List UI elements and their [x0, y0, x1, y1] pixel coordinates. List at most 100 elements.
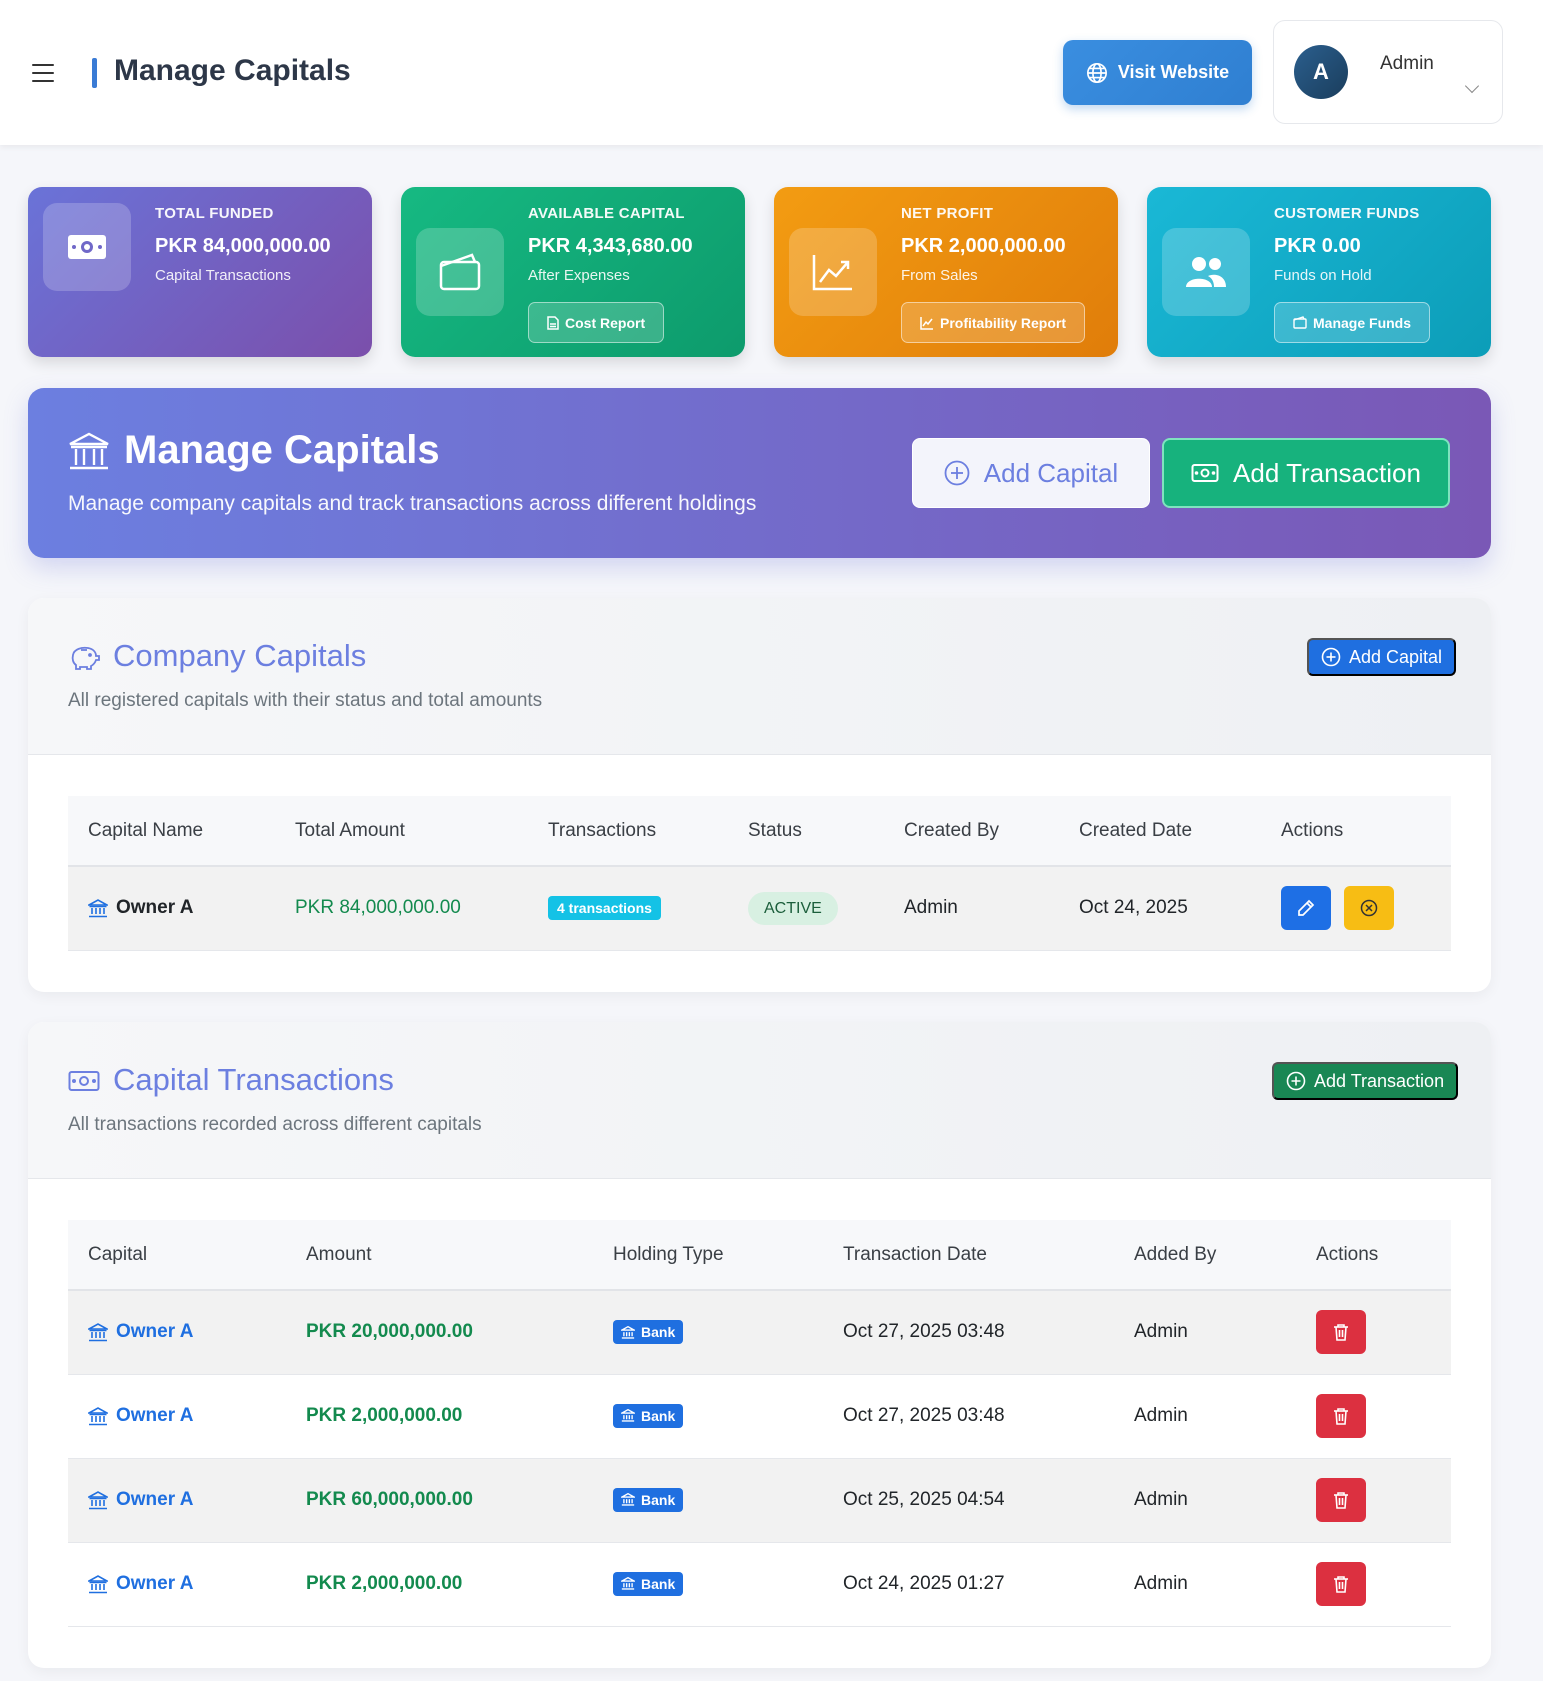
bank-icon [88, 1574, 108, 1593]
panel-subtitle: All registered capitals with their statu… [68, 690, 543, 711]
stat-sub: After Expenses [528, 267, 630, 284]
holding-badge: Bank [613, 1403, 684, 1428]
top-bar: Manage Capitals Visit Website A Admin [0, 0, 1543, 145]
bank-icon [88, 1322, 108, 1342]
column-header: Holding Type [593, 1220, 823, 1291]
profitability-report-button[interactable]: Profitability Report [901, 302, 1086, 343]
capital-name: Owner A [88, 897, 275, 919]
bank-icon [621, 1409, 635, 1422]
holding-badge: Bank [613, 1571, 684, 1596]
menu-icon[interactable] [32, 64, 54, 82]
edit-button[interactable] [1281, 886, 1331, 931]
bank-icon [621, 1325, 635, 1339]
column-header: Actions [1296, 1220, 1451, 1291]
added-by: Admin [1114, 1290, 1296, 1375]
stat-label: TOTAL FUNDED [155, 205, 274, 222]
add-transaction-button-secondary[interactable]: Add Transaction [1272, 1062, 1459, 1100]
plus-circle-icon [944, 460, 970, 486]
table-row: Owner A PKR 2,000,000.00 Bank Oct 24, 20… [68, 1542, 1451, 1627]
bank-icon [88, 1406, 108, 1425]
user-name: Admin [1380, 53, 1434, 74]
trash-icon [1334, 1576, 1348, 1593]
wallet-icon [416, 228, 504, 316]
transaction-date: Oct 25, 2025 04:54 [823, 1458, 1114, 1543]
added-by: Admin [1114, 1458, 1296, 1543]
table-row: Owner A PKR 2,000,000.00 Bank Oct 27, 20… [68, 1374, 1451, 1459]
chart-line-icon [789, 228, 877, 316]
stat-label: NET PROFIT [901, 205, 994, 222]
user-menu[interactable]: A Admin [1273, 20, 1503, 124]
capital-transactions-panel: Capital Transactions All transactions re… [28, 1022, 1491, 1668]
status-badge: ACTIVE [748, 892, 838, 926]
delete-button[interactable] [1316, 1478, 1366, 1522]
transactions-badge[interactable]: 4 transactions [548, 896, 661, 921]
table-row: Owner A PKR 60,000,000.00 Bank Oct 25, 2… [68, 1458, 1451, 1543]
transaction-amount: PKR 2,000,000.00 [286, 1374, 593, 1459]
capital-link[interactable]: Owner A [88, 1573, 286, 1595]
deactivate-button[interactable] [1344, 886, 1395, 931]
hero-subtitle: Manage company capitals and track transa… [68, 492, 757, 515]
company-capitals-panel: Company Capitals All registered capitals… [28, 598, 1491, 992]
title-accent [92, 58, 97, 88]
delete-button[interactable] [1316, 1562, 1366, 1606]
add-transaction-button[interactable]: Add Transaction [1162, 438, 1450, 508]
capital-link[interactable]: Owner A [88, 1321, 286, 1343]
stat-sub: From Sales [901, 267, 978, 284]
bank-icon [69, 432, 109, 470]
column-header: Created By [884, 796, 1059, 867]
bank-icon [88, 1490, 108, 1509]
plus-circle-icon [1286, 1071, 1306, 1091]
column-header: Amount [286, 1220, 593, 1291]
manage-funds-button[interactable]: Manage Funds [1274, 302, 1431, 343]
add-capital-button[interactable]: Add Capital [912, 438, 1150, 508]
panel-header: Capital Transactions All transactions re… [28, 1022, 1491, 1179]
add-capital-button-secondary[interactable]: Add Capital [1307, 638, 1457, 676]
pencil-icon [1298, 900, 1315, 917]
capital-link[interactable]: Owner A [88, 1405, 286, 1427]
delete-button[interactable] [1316, 1394, 1366, 1438]
stat-value: PKR 84,000,000.00 [155, 235, 331, 257]
visit-website-button[interactable]: Visit Website [1063, 40, 1252, 105]
stat-card-customer-funds: CUSTOMER FUNDS PKR 0.00 Funds on Hold Ma… [1147, 187, 1491, 357]
transaction-amount: PKR 60,000,000.00 [286, 1458, 593, 1543]
hero-title: Manage Capitals [124, 428, 440, 472]
column-header: Capital Name [68, 796, 275, 867]
stat-sub: Funds on Hold [1274, 267, 1372, 284]
panel-subtitle: All transactions recorded across differe… [68, 1114, 482, 1135]
avatar: A [1294, 45, 1348, 99]
panel-header: Company Capitals All registered capitals… [28, 598, 1491, 755]
bank-icon [88, 898, 108, 918]
hero-banner: Manage Capitals Manage company capitals … [28, 388, 1491, 558]
capital-link[interactable]: Owner A [88, 1489, 286, 1511]
stat-value: PKR 2,000,000.00 [901, 235, 1066, 257]
panel-title: Company Capitals [113, 638, 367, 673]
column-header: Total Amount [275, 796, 528, 867]
transaction-date: Oct 27, 2025 03:48 [823, 1374, 1114, 1459]
plus-circle-icon [1321, 647, 1341, 667]
delete-button[interactable] [1316, 1310, 1366, 1355]
trash-icon [1334, 1324, 1348, 1342]
stat-card-total-funded: TOTAL FUNDED PKR 84,000,000.00 Capital T… [28, 187, 372, 357]
added-by: Admin [1114, 1542, 1296, 1627]
column-header: Transactions [528, 796, 728, 867]
column-header: Created Date [1059, 796, 1261, 867]
users-icon [1162, 228, 1250, 316]
cash-icon [1191, 464, 1219, 482]
transaction-date: Oct 27, 2025 03:48 [823, 1290, 1114, 1375]
trash-icon [1334, 1492, 1348, 1509]
cash-icon [68, 1071, 100, 1091]
holding-badge: Bank [613, 1487, 684, 1512]
stat-card-net-profit: NET PROFIT PKR 2,000,000.00 From Sales P… [774, 187, 1118, 357]
wallet-icon [1293, 316, 1307, 329]
stat-label: CUSTOMER FUNDS [1274, 205, 1420, 222]
bank-icon [621, 1577, 635, 1590]
column-header: Added By [1114, 1220, 1296, 1291]
column-header: Actions [1261, 796, 1451, 867]
globe-icon [1086, 62, 1107, 83]
bank-icon [621, 1493, 635, 1506]
page-title: Manage Capitals [114, 54, 351, 87]
cost-report-button[interactable]: Cost Report [528, 302, 665, 343]
created-date: Oct 24, 2025 [1059, 866, 1261, 951]
column-header: Capital [68, 1220, 286, 1291]
document-icon [547, 315, 559, 330]
